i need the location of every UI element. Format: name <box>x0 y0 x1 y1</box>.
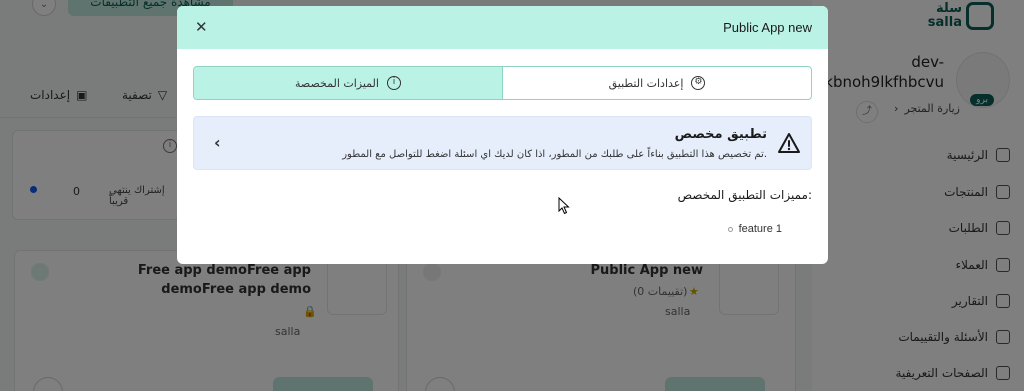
warning-icon <box>778 133 800 153</box>
custom-app-alert[interactable]: تطبيق مخصص تم تخصيص هذا التطبيق بناءاً ع… <box>193 116 812 170</box>
gear-icon: ⚙ <box>691 76 706 90</box>
tab-custom-features[interactable]: الميزات المخصصة i <box>194 67 502 99</box>
bullet-icon <box>727 226 733 232</box>
tab-app-settings[interactable]: إعدادات التطبيق ⚙ <box>503 67 811 99</box>
tab-label: الميزات المخصصة <box>295 76 379 90</box>
modal-title: Public App new <box>723 20 812 35</box>
features-heading: مميزات التطبيق المخصص: <box>677 188 812 202</box>
info-icon: i <box>386 76 401 90</box>
chevron-left-icon[interactable]: ‹ <box>214 133 221 152</box>
alert-title: تطبيق مخصص <box>674 127 767 142</box>
list-item: feature 1 <box>727 223 782 235</box>
tabs: الميزات المخصصة i إعدادات التطبيق ⚙ <box>193 66 812 100</box>
mouse-cursor-icon <box>558 197 570 215</box>
tab-label: إعدادات التطبيق <box>608 76 684 90</box>
app-modal: ✕ Public App new الميزات المخصصة i إعداد… <box>177 6 828 264</box>
alert-description: تم تخصيص هذا التطبيق بناءاً على طلبك من … <box>342 149 767 160</box>
feature-label: feature 1 <box>738 223 782 235</box>
modal-header: ✕ Public App new <box>177 6 828 49</box>
close-icon[interactable]: ✕ <box>195 20 208 35</box>
